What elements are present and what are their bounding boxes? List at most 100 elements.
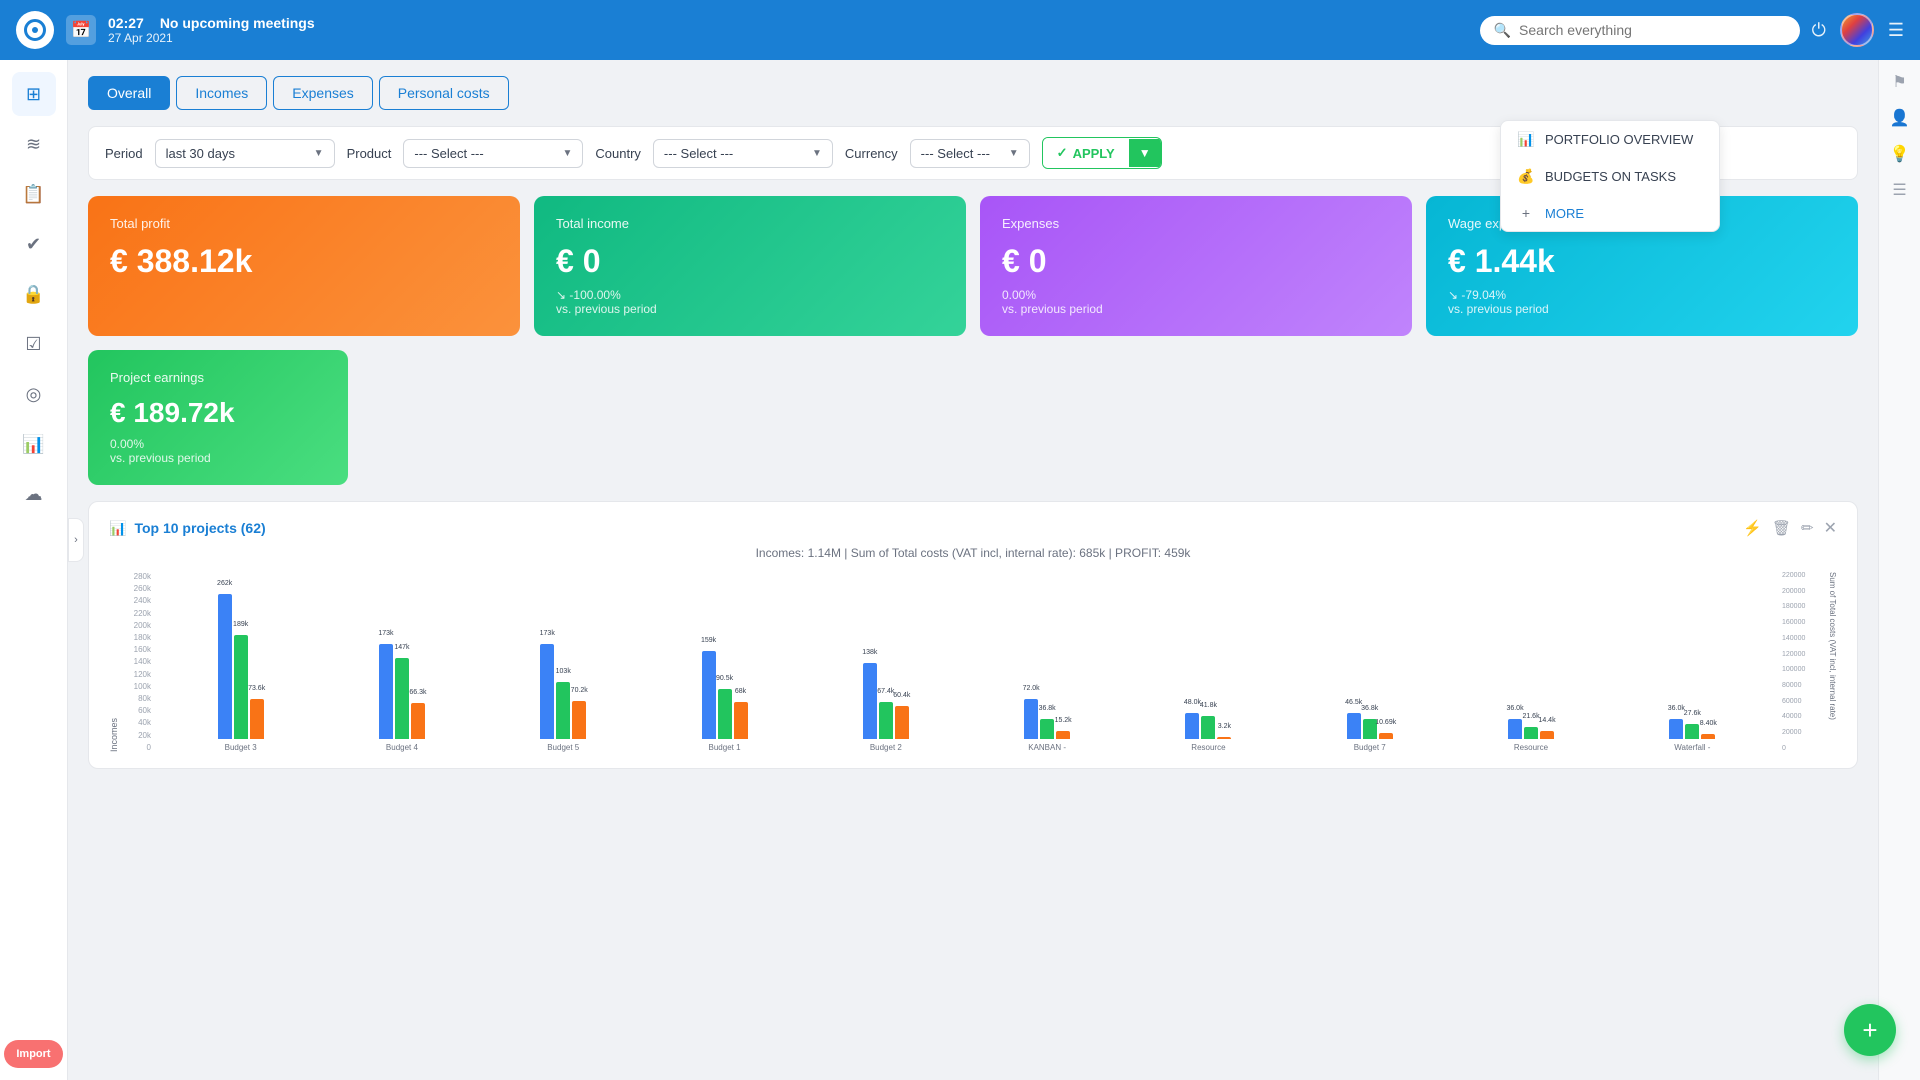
y-axis-left: 280k260k240k 220k200k180k 160k140k120k 1… — [123, 572, 155, 752]
period-label: Period — [105, 146, 143, 161]
country-placeholder: --- Select --- — [664, 146, 733, 161]
bar-group-budget5: 173k 103k 70.2k Budget 5 — [486, 579, 641, 752]
search-input[interactable] — [1519, 22, 1786, 38]
bulb-icon[interactable]: 💡 — [1890, 144, 1910, 164]
bar-green: 90.5k — [718, 689, 732, 739]
sidebar-item-check[interactable]: ☑ — [12, 322, 56, 366]
bar-group-bars: 173k 103k 70.2k — [540, 579, 586, 739]
barchart-icon: 📊 — [22, 434, 44, 455]
sidebar-item-dashboard[interactable]: ⊞ — [12, 72, 56, 116]
sidebar-item-checklist[interactable]: ✔ — [12, 222, 56, 266]
bar-orange: 68k — [734, 702, 748, 739]
meeting-status: No upcoming meetings — [160, 15, 315, 31]
bar-group-budget3: 262k 189k 73.6k Budget 3 — [163, 579, 318, 752]
bar-group-resource2: 36.0k 21.6k 14.4k Resource — [1453, 579, 1608, 752]
fab-add-button[interactable]: + — [1844, 1004, 1896, 1056]
dropdown-budgets[interactable]: 💰 BUDGETS ON TASKS — [1501, 158, 1719, 195]
bar-green: 27.6k — [1685, 724, 1699, 739]
bar-green: 36.8k — [1040, 719, 1054, 739]
sidebar-item-target[interactable]: ◎ — [12, 372, 56, 416]
tab-incomes[interactable]: Incomes — [176, 76, 267, 110]
bar-group-bars: 36.0k 21.6k 14.4k — [1508, 579, 1554, 739]
sidebar-item-cloud[interactable]: ☁ — [12, 472, 56, 516]
earnings-pct: 0.00% — [110, 437, 144, 451]
sidebar-item-tasks[interactable]: 📋 — [12, 172, 56, 216]
menu-icon[interactable]: ☰ — [1888, 20, 1904, 41]
bar-xlabel: Resource — [1514, 743, 1548, 752]
profit-title: Total profit — [110, 216, 498, 231]
dropdown-portfolio[interactable]: 📊 PORTFOLIO OVERVIEW — [1501, 121, 1719, 158]
income-arrow: ↘ — [556, 288, 566, 302]
bar-blue: 46.5k — [1347, 713, 1361, 739]
left-panel-toggle[interactable]: › — [68, 518, 84, 562]
hierarchy-icon: ≋ — [26, 134, 41, 155]
bar-xlabel: KANBAN - — [1028, 743, 1066, 752]
more-label: MORE — [1545, 206, 1584, 221]
left-sidebar: ⊞ ≋ 📋 ✔ 🔒 ☑ ◎ 📊 ☁ Import — [0, 60, 68, 1080]
bar-group-budget2: 138k 67.4k 60.4k Budget 2 — [808, 579, 963, 752]
sidebar-item-list[interactable]: ≋ — [12, 122, 56, 166]
earnings-value: € 189.72k — [110, 397, 326, 429]
avatar[interactable] — [1840, 13, 1874, 47]
power-icon[interactable]: ⏻ — [1812, 20, 1826, 41]
chart-bolt-icon[interactable]: ⚡ — [1743, 519, 1762, 537]
bar-group-budget1: 159k 90.5k 68k Budget 1 — [647, 579, 802, 752]
chart-area: Incomes 280k260k240k 220k200k180k 160k14… — [109, 572, 1837, 752]
chart-edit-icon[interactable]: ✏ — [1801, 519, 1814, 537]
currency-chevron: ▼ — [1009, 148, 1019, 159]
chart-subtitle: Incomes: 1.14M | Sum of Total costs (VAT… — [109, 546, 1837, 560]
apply-button[interactable]: ✓ APPLY ▼ — [1042, 137, 1162, 169]
bar-green: 41.8k — [1201, 716, 1215, 739]
search-box[interactable]: 🔍 — [1480, 16, 1800, 45]
card-expenses: Expenses € 0 0.00% vs. previous period — [980, 196, 1412, 336]
bar-orange: 15.2k — [1056, 731, 1070, 739]
chart-header: 📊 Top 10 projects (62) ⚡ 🗑 ✏ ✕ — [109, 518, 1837, 538]
card-total-profit: Total profit € 388.12k — [88, 196, 520, 336]
app-logo[interactable] — [16, 11, 54, 49]
bar-group-bars: 138k 67.4k 60.4k — [863, 579, 909, 739]
cloud-icon: ☁ — [25, 484, 43, 505]
import-button[interactable]: Import — [4, 1040, 62, 1068]
bar-blue: 173k — [379, 644, 393, 739]
tab-overall[interactable]: Overall — [88, 76, 170, 110]
user-search-icon[interactable]: 👤 — [1890, 108, 1910, 128]
bar-green: 21.6k — [1524, 727, 1538, 739]
chart-title-text: Top 10 projects (62) — [134, 520, 265, 536]
bar-group-bars: 262k 189k 73.6k — [218, 579, 264, 739]
period-select[interactable]: last 30 days ▼ — [155, 139, 335, 168]
tasklist-icon[interactable]: ☰ — [1892, 180, 1906, 200]
bar-xlabel: Budget 2 — [870, 743, 902, 752]
earnings-vs: vs. previous period — [110, 451, 211, 465]
apply-dropdown-arrow[interactable]: ▼ — [1129, 139, 1161, 167]
earnings-change: 0.00% vs. previous period — [110, 437, 326, 465]
nav-icons: ⏻ ☰ — [1812, 13, 1904, 47]
chart-delete-icon[interactable]: 🗑 — [1772, 519, 1791, 537]
wage-vs: vs. previous period — [1448, 302, 1549, 316]
bar-group-bars: 173k 147k 66.3k — [379, 579, 425, 739]
product-placeholder: --- Select --- — [414, 146, 483, 161]
product-select[interactable]: --- Select --- ▼ — [403, 139, 583, 168]
tab-personal[interactable]: Personal costs — [379, 76, 509, 110]
tab-expenses[interactable]: Expenses — [273, 76, 372, 110]
tabs-bar: Overall Incomes Expenses Personal costs — [88, 76, 1858, 110]
bar-group-bars: 46.5k 36.8k 10.69k — [1347, 579, 1393, 739]
cards-row-2: Project earnings € 189.72k 0.00% vs. pre… — [88, 350, 1858, 485]
currency-select[interactable]: --- Select --- ▼ — [910, 139, 1030, 168]
flag-icon[interactable]: ⚑ — [1892, 72, 1906, 92]
currency-label: Currency — [845, 146, 898, 161]
bar-orange: 60.4k — [895, 706, 909, 739]
calendar-icon: 📅 — [66, 15, 96, 45]
country-select[interactable]: --- Select --- ▼ — [653, 139, 833, 168]
fab-plus-icon: + — [1862, 1015, 1877, 1046]
search-icon: 🔍 — [1494, 22, 1511, 39]
bar-blue: 36.0k — [1669, 719, 1683, 739]
sidebar-item-lock[interactable]: 🔒 — [12, 272, 56, 316]
budgets-label: BUDGETS ON TASKS — [1545, 169, 1676, 184]
more-icon: + — [1517, 205, 1535, 221]
dropdown-more[interactable]: + MORE — [1501, 195, 1719, 231]
chart-close-icon[interactable]: ✕ — [1824, 518, 1837, 538]
income-vs: vs. previous period — [556, 302, 657, 316]
sidebar-item-chart[interactable]: 📊 — [12, 422, 56, 466]
target-icon: ◎ — [26, 384, 42, 405]
bar-blue: 48.0k — [1185, 713, 1199, 739]
